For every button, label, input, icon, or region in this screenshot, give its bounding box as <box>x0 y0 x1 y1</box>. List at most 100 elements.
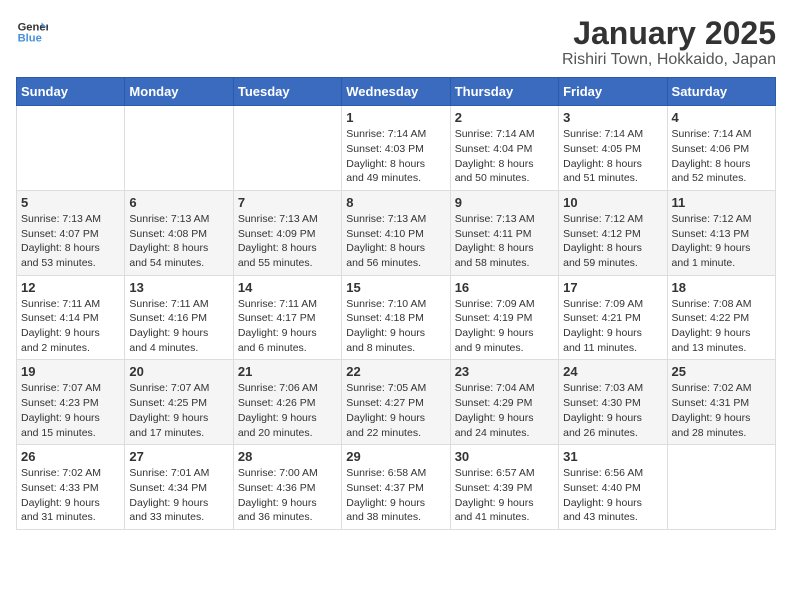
day-number: 16 <box>455 280 554 295</box>
calendar-cell: 10 Sunrise: 7:12 AM Sunset: 4:12 PM Dayli… <box>559 190 667 275</box>
day-info: Sunrise: 7:14 AM Sunset: 4:04 PM Dayligh… <box>455 127 554 186</box>
day-number: 23 <box>455 364 554 379</box>
day-info: Sunrise: 7:03 AM Sunset: 4:30 PM Dayligh… <box>563 381 662 440</box>
calendar-cell: 4Sunrise: 7:14 AM Sunset: 4:06 PM Daylig… <box>667 106 775 191</box>
day-number: 25 <box>672 364 771 379</box>
day-number: 24 <box>563 364 662 379</box>
page-title: January 2025 <box>562 16 776 51</box>
calendar-week-row: 26 Sunrise: 7:02 AM Sunset: 4:33 PM Dayli… <box>17 445 776 530</box>
calendar-cell: 26 Sunrise: 7:02 AM Sunset: 4:33 PM Dayli… <box>17 445 125 530</box>
day-number: 13 <box>129 280 228 295</box>
svg-text:Blue: Blue <box>18 33 42 45</box>
calendar-cell: 24 Sunrise: 7:03 AM Sunset: 4:30 PM Dayli… <box>559 360 667 445</box>
day-info: Sunrise: 7:07 AM Sunset: 4:23 PM Dayligh… <box>21 381 120 440</box>
calendar-cell: 9Sunrise: 7:13 AM Sunset: 4:11 PM Daylig… <box>450 190 558 275</box>
day-number: 20 <box>129 364 228 379</box>
weekday-header: Monday <box>125 78 233 106</box>
calendar-cell <box>125 106 233 191</box>
day-info: Sunrise: 7:07 AM Sunset: 4:25 PM Dayligh… <box>129 381 228 440</box>
day-info: Sunrise: 7:09 AM Sunset: 4:21 PM Dayligh… <box>563 297 662 356</box>
calendar-cell <box>667 445 775 530</box>
day-number: 26 <box>21 449 120 464</box>
calendar-cell: 29Sunrise: 6:58 AM Sunset: 4:37 PM Dayli… <box>342 445 450 530</box>
day-number: 6 <box>129 195 228 210</box>
weekday-header: Wednesday <box>342 78 450 106</box>
day-number: 17 <box>563 280 662 295</box>
calendar-cell: 16 Sunrise: 7:09 AM Sunset: 4:19 PM Dayli… <box>450 275 558 360</box>
day-info: Sunrise: 7:11 AM Sunset: 4:17 PM Dayligh… <box>238 297 337 356</box>
calendar-cell: 27 Sunrise: 7:01 AM Sunset: 4:34 PM Dayli… <box>125 445 233 530</box>
day-number: 10 <box>563 195 662 210</box>
calendar-header-row: SundayMondayTuesdayWednesdayThursdayFrid… <box>17 78 776 106</box>
weekday-header: Thursday <box>450 78 558 106</box>
day-number: 12 <box>21 280 120 295</box>
day-number: 5 <box>21 195 120 210</box>
day-info: Sunrise: 7:13 AM Sunset: 4:07 PM Dayligh… <box>21 212 120 271</box>
day-number: 27 <box>129 449 228 464</box>
day-info: Sunrise: 7:06 AM Sunset: 4:26 PM Dayligh… <box>238 381 337 440</box>
day-info: Sunrise: 7:09 AM Sunset: 4:19 PM Dayligh… <box>455 297 554 356</box>
day-info: Sunrise: 7:10 AM Sunset: 4:18 PM Dayligh… <box>346 297 445 356</box>
day-number: 21 <box>238 364 337 379</box>
day-info: Sunrise: 7:04 AM Sunset: 4:29 PM Dayligh… <box>455 381 554 440</box>
day-number: 8 <box>346 195 445 210</box>
day-number: 28 <box>238 449 337 464</box>
calendar-cell: 8 Sunrise: 7:13 AM Sunset: 4:10 PM Daylig… <box>342 190 450 275</box>
calendar-cell <box>17 106 125 191</box>
day-number: 22 <box>346 364 445 379</box>
calendar-cell: 11 Sunrise: 7:12 AM Sunset: 4:13 PM Dayli… <box>667 190 775 275</box>
calendar-cell: 28Sunrise: 7:00 AM Sunset: 4:36 PM Dayli… <box>233 445 341 530</box>
day-number: 29 <box>346 449 445 464</box>
calendar-cell: 7Sunrise: 7:13 AM Sunset: 4:09 PM Daylig… <box>233 190 341 275</box>
day-info: Sunrise: 7:02 AM Sunset: 4:33 PM Dayligh… <box>21 466 120 525</box>
calendar-cell: 31Sunrise: 6:56 AM Sunset: 4:40 PM Dayli… <box>559 445 667 530</box>
day-info: Sunrise: 7:05 AM Sunset: 4:27 PM Dayligh… <box>346 381 445 440</box>
day-number: 11 <box>672 195 771 210</box>
logo-icon: General Blue <box>16 16 48 48</box>
day-info: Sunrise: 7:12 AM Sunset: 4:12 PM Dayligh… <box>563 212 662 271</box>
calendar-cell: 12 Sunrise: 7:11 AM Sunset: 4:14 PM Dayli… <box>17 275 125 360</box>
day-info: Sunrise: 7:14 AM Sunset: 4:05 PM Dayligh… <box>563 127 662 186</box>
day-info: Sunrise: 7:12 AM Sunset: 4:13 PM Dayligh… <box>672 212 771 271</box>
calendar-cell: 15 Sunrise: 7:10 AM Sunset: 4:18 PM Dayli… <box>342 275 450 360</box>
day-number: 18 <box>672 280 771 295</box>
svg-text:General: General <box>18 21 48 33</box>
logo: General Blue <box>16 16 48 48</box>
day-number: 9 <box>455 195 554 210</box>
day-info: Sunrise: 7:11 AM Sunset: 4:16 PM Dayligh… <box>129 297 228 356</box>
day-number: 19 <box>21 364 120 379</box>
day-number: 14 <box>238 280 337 295</box>
day-info: Sunrise: 7:02 AM Sunset: 4:31 PM Dayligh… <box>672 381 771 440</box>
day-number: 7 <box>238 195 337 210</box>
weekday-header: Saturday <box>667 78 775 106</box>
weekday-header: Friday <box>559 78 667 106</box>
calendar-cell: 22 Sunrise: 7:05 AM Sunset: 4:27 PM Dayli… <box>342 360 450 445</box>
day-info: Sunrise: 6:57 AM Sunset: 4:39 PM Dayligh… <box>455 466 554 525</box>
calendar-cell: 1Sunrise: 7:14 AM Sunset: 4:03 PM Daylig… <box>342 106 450 191</box>
title-block: January 2025 Rishiri Town, Hokkaido, Jap… <box>562 16 776 69</box>
calendar-cell: 3 Sunrise: 7:14 AM Sunset: 4:05 PM Daylig… <box>559 106 667 191</box>
day-number: 31 <box>563 449 662 464</box>
day-number: 3 <box>563 110 662 125</box>
day-number: 15 <box>346 280 445 295</box>
day-info: Sunrise: 7:13 AM Sunset: 4:10 PM Dayligh… <box>346 212 445 271</box>
calendar-cell: 2Sunrise: 7:14 AM Sunset: 4:04 PM Daylig… <box>450 106 558 191</box>
calendar-cell: 13 Sunrise: 7:11 AM Sunset: 4:16 PM Dayli… <box>125 275 233 360</box>
calendar-cell: 5 Sunrise: 7:13 AM Sunset: 4:07 PM Daylig… <box>17 190 125 275</box>
calendar-week-row: 1Sunrise: 7:14 AM Sunset: 4:03 PM Daylig… <box>17 106 776 191</box>
calendar-cell: 30Sunrise: 6:57 AM Sunset: 4:39 PM Dayli… <box>450 445 558 530</box>
day-number: 1 <box>346 110 445 125</box>
calendar-cell: 6 Sunrise: 7:13 AM Sunset: 4:08 PM Daylig… <box>125 190 233 275</box>
calendar-cell: 18Sunrise: 7:08 AM Sunset: 4:22 PM Dayli… <box>667 275 775 360</box>
day-info: Sunrise: 7:11 AM Sunset: 4:14 PM Dayligh… <box>21 297 120 356</box>
calendar-cell: 17 Sunrise: 7:09 AM Sunset: 4:21 PM Dayli… <box>559 275 667 360</box>
calendar-cell: 19 Sunrise: 7:07 AM Sunset: 4:23 PM Dayli… <box>17 360 125 445</box>
day-info: Sunrise: 7:01 AM Sunset: 4:34 PM Dayligh… <box>129 466 228 525</box>
calendar-week-row: 19 Sunrise: 7:07 AM Sunset: 4:23 PM Dayli… <box>17 360 776 445</box>
calendar-table: SundayMondayTuesdayWednesdayThursdayFrid… <box>16 77 776 530</box>
day-number: 4 <box>672 110 771 125</box>
calendar-cell <box>233 106 341 191</box>
page-subtitle: Rishiri Town, Hokkaido, Japan <box>562 51 776 69</box>
day-info: Sunrise: 7:13 AM Sunset: 4:08 PM Dayligh… <box>129 212 228 271</box>
calendar-cell: 23 Sunrise: 7:04 AM Sunset: 4:29 PM Dayli… <box>450 360 558 445</box>
